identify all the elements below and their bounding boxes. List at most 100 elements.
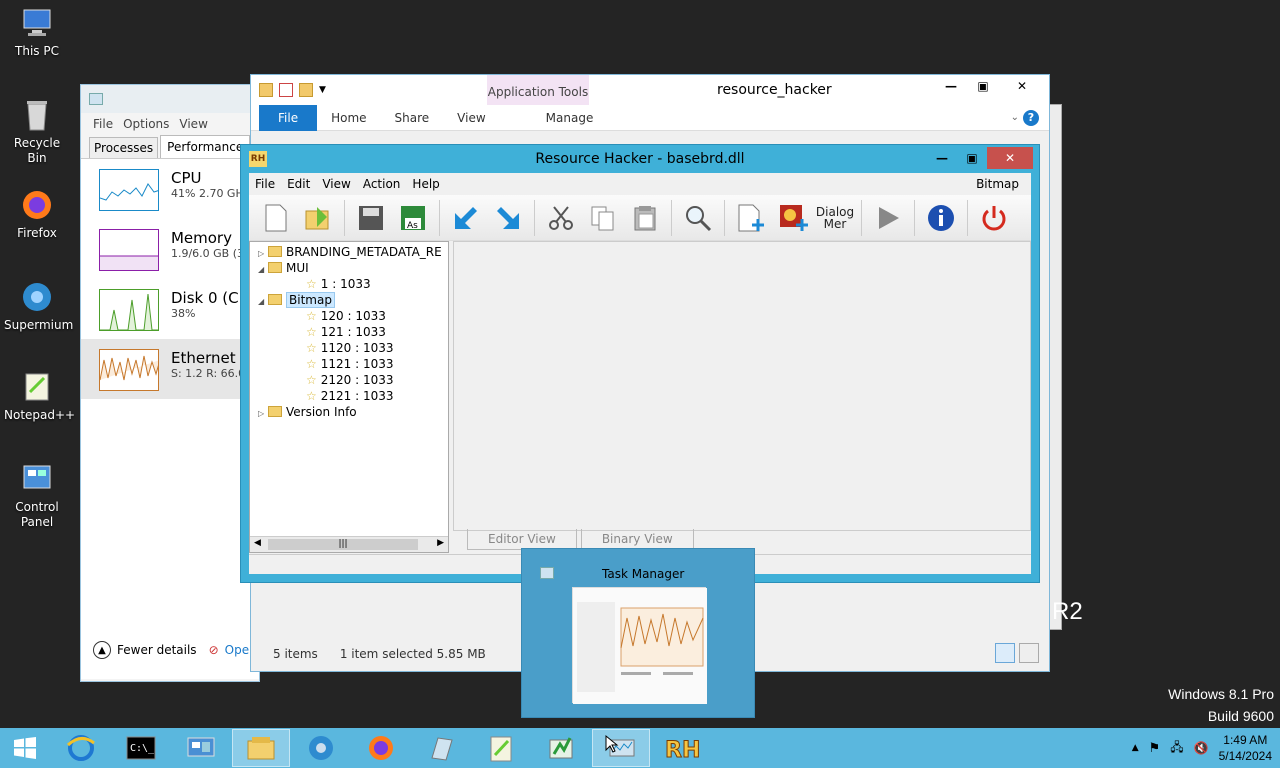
tree-node-bitmap-2121[interactable]: ☆ 2121 : 1033 [306,388,394,404]
properties-icon[interactable] [279,83,293,97]
perf-item-ethernet[interactable]: Ethernet S: 1.2 R: 66.0 [81,339,259,399]
resource-monitor-taskbar-icon[interactable] [532,729,590,767]
ribbon-tab-manage[interactable]: Manage [532,105,608,131]
command-prompt-taskbar-icon[interactable]: C:\_ [112,729,170,767]
collapse-icon[interactable]: ◢ [258,294,268,310]
cut-icon[interactable] [542,198,580,238]
maximize-button[interactable]: ▣ [967,75,999,97]
internet-explorer-taskbar-icon[interactable] [52,729,110,767]
rh-menu-help[interactable]: Help [412,177,439,191]
ribbon-tab-home[interactable]: Home [317,105,380,131]
rh-menu-file[interactable]: File [255,177,275,191]
resource-hacker-window[interactable]: RH Resource Hacker - basebrd.dll — ▣ ✕ F… [240,144,1040,583]
tree-node-bitmap-1120[interactable]: ☆ 1120 : 1033 [306,340,394,356]
tab-processes[interactable]: Processes [89,137,159,158]
tab-performance[interactable]: Performance [160,135,251,158]
task-manager-preview[interactable] [572,587,707,704]
chevron-down-icon[interactable]: ▼ [319,85,326,95]
perf-item-cpu[interactable]: CPU 41% 2.70 GH [81,159,259,219]
action-center-flag-icon[interactable]: ⚑ [1149,741,1161,756]
chevron-down-icon[interactable]: ⌄ [1011,112,1019,123]
copy-icon[interactable] [584,198,622,238]
server-manager-taskbar-icon[interactable] [172,729,230,767]
tree-node-mui[interactable]: ◢ MUI [258,260,309,276]
maximize-button[interactable]: ▣ [957,147,987,169]
desktop-icon-notepad-plus-plus[interactable]: Notepad++ [4,370,75,423]
compile-left-icon[interactable] [447,198,485,238]
new-file-icon[interactable] [257,198,295,238]
tm-menu-options[interactable]: Options [123,117,169,131]
show-hidden-icons-chevron-icon[interactable]: ▲ [1132,743,1139,753]
tree-node-bitmap-1121[interactable]: ☆ 1121 : 1033 [306,356,394,372]
close-button[interactable]: ✕ [999,75,1045,97]
ribbon-tab-share[interactable]: Share [381,105,444,131]
tm-menu-file[interactable]: File [93,117,113,131]
tree-node-bitmap-2120[interactable]: ☆ 2120 : 1033 [306,372,394,388]
resource-editor-pane[interactable] [453,241,1031,531]
desktop-icon-firefox[interactable]: Firefox [4,188,70,241]
file-explorer-taskbar-icon[interactable] [232,729,290,767]
scroll-right-icon[interactable]: ▶ [437,538,444,548]
resource-hacker-taskbar-icon[interactable]: RH [652,729,710,767]
details-view-icon[interactable] [995,643,1015,663]
desktop-icon-supermium[interactable]: Supermium [4,280,73,333]
rh-menu-view[interactable]: View [322,177,350,191]
perf-item-memory[interactable]: Memory 1.9/6.0 GB (32 [81,219,259,279]
notepad-plus-plus-taskbar-icon[interactable] [472,729,530,767]
taskbar-clock[interactable]: 1:49 AM 5/14/2024 [1219,732,1272,764]
tab-binary-view[interactable]: Binary View [580,529,694,550]
start-button[interactable] [0,729,50,767]
tree-node-bitmap[interactable]: ◢ Bitmap [258,292,335,308]
add-blank-resource-icon[interactable] [732,198,770,238]
add-image-resource-icon[interactable] [774,198,812,238]
perf-item-disk[interactable]: Disk 0 (C:) 38% [81,279,259,339]
search-icon[interactable] [679,198,717,238]
expand-icon[interactable]: ▷ [258,406,268,422]
rh-titlebar[interactable]: RH Resource Hacker - basebrd.dll — ▣ ✕ [241,145,1039,173]
resource-tree[interactable]: ▷ BRANDING_METADATA_RE ◢ MUI ☆ 1 : 1033 ◢ Bi… [249,241,449,553]
task-manager-taskbar-icon[interactable] [592,729,650,767]
tree-node-mui-1033[interactable]: ☆ 1 : 1033 [306,276,371,292]
supermium-taskbar-icon[interactable] [292,729,350,767]
task-manager-thumbnail-popup[interactable]: Task Manager [521,548,755,718]
large-icons-view-icon[interactable] [1019,643,1039,663]
tab-editor-view[interactable]: Editor View [467,529,577,550]
fewer-details-link[interactable]: Fewer details [117,643,197,657]
desktop-icon-this-pc[interactable]: This PC [4,6,70,59]
firefox-taskbar-icon[interactable] [352,729,410,767]
info-icon[interactable] [922,198,960,238]
save-icon[interactable] [352,198,390,238]
tm-menu-view[interactable]: View [179,117,207,131]
scroll-left-icon[interactable]: ◀ [254,538,261,548]
compile-right-icon[interactable] [489,198,527,238]
app-taskbar-icon[interactable] [412,729,470,767]
tree-node-branding-metadata[interactable]: ▷ BRANDING_METADATA_RE [258,244,442,260]
task-manager-window[interactable]: File Options View Processes Performance … [80,84,260,682]
network-icon[interactable]: 🖧 [1170,738,1183,759]
tree-node-version-info[interactable]: ▷ Version Info [258,404,357,420]
ribbon-tab-view[interactable]: View [443,105,499,131]
tree-node-bitmap-120[interactable]: ☆ 120 : 1033 [306,308,386,324]
help-icon[interactable]: ? [1023,109,1039,126]
desktop-icon-recycle-bin[interactable]: Recycle Bin [4,98,70,166]
new-folder-icon[interactable] [299,83,313,97]
rh-menu-edit[interactable]: Edit [287,177,310,191]
task-manager-titlebar[interactable] [81,85,259,113]
dialog-merger-button[interactable]: Dialog Mer [816,198,854,238]
minimize-button[interactable]: — [935,75,967,97]
collapse-icon[interactable]: ◢ [258,262,268,278]
explorer-titlebar[interactable]: ▼ Application Tools resource_hacker — ▣ … [251,75,1049,131]
close-button[interactable]: ✕ [987,147,1033,169]
minimize-button[interactable]: — [927,147,957,169]
scrollbar-thumb[interactable]: ||| [268,539,418,550]
power-exit-icon[interactable] [975,198,1013,238]
paste-icon[interactable] [626,198,664,238]
desktop-icon-control-panel[interactable]: Control Panel [4,462,70,530]
rh-menu-action[interactable]: Action [363,177,401,191]
run-script-icon[interactable] [869,198,907,238]
volume-muted-icon[interactable]: 🔇 [1194,741,1209,755]
open-file-icon[interactable] [299,198,337,238]
tree-horizontal-scrollbar[interactable]: ◀ ||| ▶ [250,536,448,552]
save-as-icon[interactable]: As [394,198,432,238]
chevron-up-icon[interactable]: ▲ [93,641,111,659]
